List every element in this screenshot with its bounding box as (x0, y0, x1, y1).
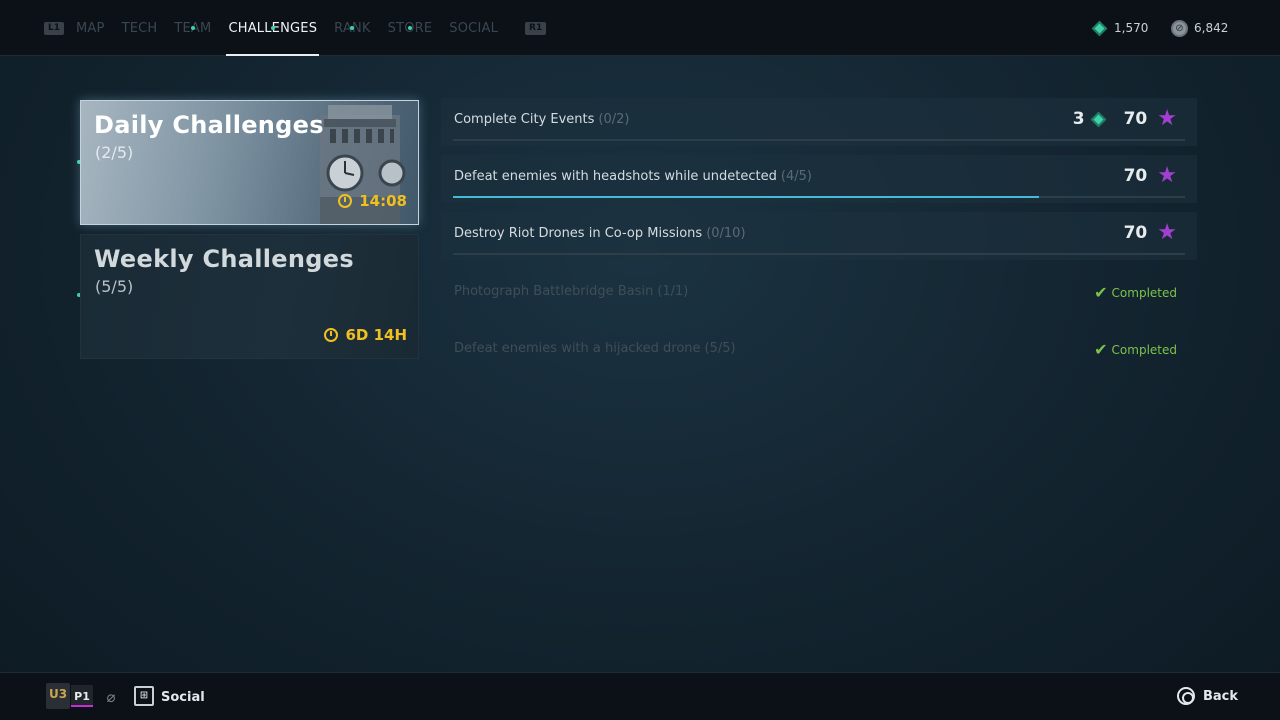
star-icon: ★ (1157, 163, 1177, 188)
star-icon: ★ (1157, 220, 1177, 245)
completed-status: ✔ Completed (1094, 340, 1177, 359)
checkmark-icon: ✔ (1094, 340, 1108, 359)
tab-strip: L1 MAP TECH TEAM CHALLENGES RANK STORE S… (44, 0, 547, 56)
tab-challenges[interactable]: CHALLENGES (226, 0, 319, 56)
completed-status: ✔ Completed (1094, 283, 1177, 302)
challenge-progress: (4/5) (780, 169, 812, 184)
card-timer: 6D 14H (324, 326, 407, 344)
star-icon: ★ (1157, 106, 1177, 131)
r1-button-hint[interactable]: R1 (525, 21, 547, 35)
bottom-bar: U3 P1 ⌀ ⊞ Social Back (0, 672, 1280, 720)
card-title: Daily Challenges (94, 111, 324, 139)
social-button-icon[interactable]: ⊞ (134, 686, 154, 706)
gem-reward: 3 (1072, 109, 1085, 129)
progress-bar (453, 253, 1185, 255)
coin-amount: 6,842 (1194, 21, 1229, 35)
notification-dot (190, 26, 195, 30)
gem-amount: 1,570 (1114, 21, 1149, 35)
challenge-label: Defeat enemies with a hijacked drone (5/5… (454, 341, 736, 356)
challenge-row[interactable]: Destroy Riot Drones in Co-op Missions (0/… (441, 212, 1197, 260)
gem-icon (1091, 20, 1108, 37)
challenge-progress: (0/2) (598, 112, 630, 127)
challenge-label: Destroy Riot Drones in Co-op Missions (0/… (454, 226, 746, 241)
challenge-row[interactable]: Complete City Events (0/2) 3 70 ★ (441, 98, 1197, 146)
reward-group: 70 ★ (1124, 165, 1177, 187)
gem-icon (1090, 111, 1106, 127)
tab-map[interactable]: MAP (76, 0, 105, 56)
back-button[interactable]: Back (1176, 687, 1238, 705)
card-title: Weekly Challenges (94, 245, 354, 273)
star-reward: 70 (1123, 109, 1148, 129)
card-progress: (2/5) (95, 143, 134, 162)
top-nav-bar: L1 MAP TECH TEAM CHALLENGES RANK STORE S… (0, 0, 1280, 56)
weekly-challenges-card[interactable]: Weekly Challenges (5/5) 6D 14H (80, 234, 419, 359)
circle-button-icon (1176, 687, 1195, 705)
social-button[interactable]: Social (161, 690, 205, 705)
challenge-label: Defeat enemies with headshots while unde… (454, 169, 812, 184)
challenge-row[interactable]: Defeat enemies with headshots while unde… (441, 155, 1197, 203)
challenge-row[interactable]: Defeat enemies with a hijacked drone (5/5… (441, 327, 1197, 375)
mic-muted-icon: ⌀ (106, 688, 116, 706)
coin-currency: ⊘ 6,842 (1171, 0, 1228, 56)
coin-icon: ⊘ (1171, 19, 1188, 37)
tab-tech[interactable]: TECH (122, 0, 158, 56)
reward-group: 70 ★ (1124, 222, 1177, 244)
progress-fill (453, 196, 1039, 198)
stopwatch-icon (324, 328, 339, 342)
notification-dot (407, 26, 412, 30)
player-indicator: P1 (71, 685, 93, 707)
notification-dot (270, 26, 275, 30)
challenge-label: Complete City Events (0/2) (454, 112, 630, 127)
challenge-progress: (5/5) (704, 341, 736, 356)
tab-social[interactable]: SOCIAL (449, 0, 498, 56)
progress-bar (453, 196, 1185, 198)
progress-bar (453, 139, 1185, 141)
card-timer: 14:08 (338, 192, 407, 210)
star-reward: 70 (1123, 223, 1148, 243)
challenge-row[interactable]: Photograph Battlebridge Basin (1/1) ✔ Com… (441, 270, 1197, 318)
star-reward: 70 (1123, 166, 1148, 186)
l1-button-hint[interactable]: L1 (44, 21, 64, 35)
rank-badge: U3 (46, 683, 70, 709)
daily-challenges-card[interactable]: Daily Challenges (2/5) 14:08 (80, 100, 419, 225)
reward-group: 3 70 ★ (1073, 108, 1177, 130)
gem-currency: 1,570 (1091, 0, 1148, 56)
tab-store[interactable]: STORE (388, 0, 433, 56)
tab-rank[interactable]: RANK (334, 0, 370, 56)
card-progress: (5/5) (95, 277, 134, 296)
challenge-label: Photograph Battlebridge Basin (1/1) (454, 284, 689, 299)
stopwatch-icon (338, 194, 353, 208)
checkmark-icon: ✔ (1094, 283, 1108, 302)
challenge-progress: (1/1) (657, 284, 689, 299)
tab-team[interactable]: TEAM (174, 0, 211, 56)
challenge-progress: (0/10) (706, 226, 746, 241)
